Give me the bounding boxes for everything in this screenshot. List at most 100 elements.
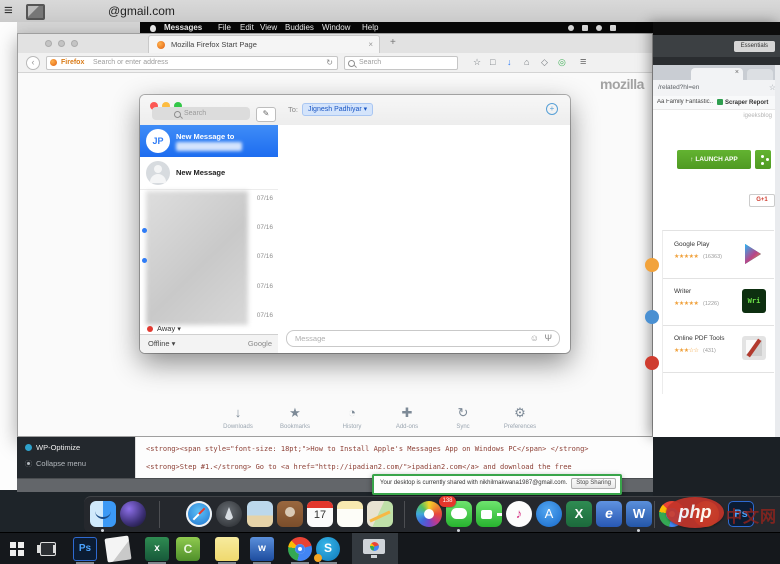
status-icon-4[interactable] [610, 25, 616, 31]
downloads-icon[interactable]: ↓ [507, 57, 512, 67]
taskbar-remote-desktop-active[interactable] [352, 533, 398, 564]
tab-close-icon[interactable]: × [368, 36, 373, 53]
task-view-icon[interactable] [40, 542, 56, 556]
watermark: php 中文网 [666, 495, 780, 531]
compose-button[interactable]: ✎ [256, 107, 276, 122]
background-tab[interactable] [747, 69, 773, 80]
back-button[interactable]: ‹ [26, 56, 40, 70]
hamburger-menu-icon[interactable]: ≡ [580, 57, 586, 67]
messages-dock-icon[interactable]: 138 [446, 501, 472, 527]
conversation-search-input[interactable]: Search [152, 107, 250, 120]
pocket-icon[interactable]: □ [490, 57, 495, 67]
conversation-row[interactable]: New Message [140, 157, 278, 190]
related-app-icon[interactable] [645, 310, 659, 324]
add-recipient-icon[interactable]: + [546, 103, 558, 115]
word-icon[interactable]: W [626, 501, 652, 527]
notes-icon[interactable] [337, 501, 363, 527]
safari-icon[interactable] [186, 501, 212, 527]
active-tab[interactable]: × [691, 68, 743, 80]
shortcut-history[interactable]: ◔ History [332, 405, 372, 430]
reload-icon[interactable]: ↻ [326, 57, 333, 69]
conversation-row-selected[interactable]: JP New Message to [140, 125, 278, 157]
excel-icon[interactable]: X [566, 501, 592, 527]
maps-icon[interactable] [367, 501, 393, 527]
scrollbar[interactable] [775, 65, 780, 437]
status-icon-3[interactable] [596, 25, 602, 31]
share-button[interactable] [755, 150, 771, 169]
itunes-icon[interactable]: ♪ [506, 501, 532, 527]
message-placeholder: Message [295, 331, 325, 346]
zoom-window-button[interactable] [71, 40, 78, 47]
bookmark-item[interactable]: Aa Family Fantastic... [657, 99, 713, 105]
photos-icon[interactable] [247, 501, 273, 527]
status-icon-2[interactable] [582, 25, 588, 31]
url-bar[interactable]: Firefox Search or enter address ↻ [46, 56, 338, 70]
list-item-online-pdf-tools[interactable]: Online PDF Tools ★★★☆☆ (431) [663, 325, 774, 373]
post-editor-code[interactable]: <strong><span style="font-size: 18pt;">H… [135, 437, 654, 478]
bookmark-item[interactable]: Scraper Report [717, 99, 768, 106]
app-store-icon[interactable]: A [536, 501, 562, 527]
recipient-token[interactable]: Jignesh Padhiyar ▾ [302, 103, 373, 116]
list-item-writer[interactable]: Writer ★★★★★ (1226) Wri [663, 278, 774, 326]
menu-icon[interactable]: ≡ [4, 2, 13, 20]
apple-menu-icon[interactable] [150, 25, 156, 32]
shortcut-preferences[interactable]: ⚙ Preferences [500, 405, 540, 430]
close-window-button[interactable] [45, 40, 52, 47]
internet-explorer-icon[interactable]: e [596, 501, 622, 527]
taskbar-notepad-icon[interactable] [104, 535, 131, 562]
sidebar-item-wp-optimize[interactable]: WP-Optimize [25, 443, 80, 452]
minimize-window-button[interactable] [58, 40, 65, 47]
collapse-icon [25, 460, 32, 467]
tab-firefox-start-page[interactable]: Mozilla Firefox Start Page × [148, 35, 380, 54]
launchpad-icon[interactable] [216, 501, 242, 527]
related-app-icon[interactable] [645, 258, 659, 272]
taskbar-word-icon[interactable]: w [250, 537, 274, 561]
tab-close-icon[interactable]: × [735, 69, 739, 76]
windows-taskbar: Ps x C w S [0, 532, 780, 564]
photos-colorwheel-icon[interactable] [416, 501, 442, 527]
shield-icon[interactable]: ◇ [541, 57, 548, 67]
status-icon-1[interactable] [568, 25, 574, 31]
start-button[interactable] [10, 542, 16, 548]
to-field[interactable]: To: Jignesh Padhiyar ▾ + [278, 95, 570, 125]
chrome-addressbar[interactable]: /related?hl=en ☆ [653, 80, 780, 97]
shortcut-label: Add-ons [387, 424, 427, 430]
taskbar-chrome-icon[interactable] [288, 537, 312, 561]
tab-title: Mozilla Firefox Start Page [171, 36, 257, 53]
siri-icon[interactable] [120, 501, 146, 527]
chevron-down-icon: ▾ [177, 326, 181, 333]
microphone-icon[interactable]: Ψ [544, 331, 552, 346]
essentials-button[interactable]: Essentials [734, 41, 775, 52]
account-status-bar: Offline ▾ Google [140, 334, 278, 353]
shortcut-sync[interactable]: ↻ Sync [443, 405, 483, 430]
screen-share-icon[interactable] [26, 4, 45, 20]
contacts-icon[interactable] [277, 501, 303, 527]
offline-status[interactable]: Offline ▾ [148, 339, 175, 348]
new-tab-button[interactable]: + [390, 37, 396, 48]
search-input[interactable]: Search [344, 56, 458, 70]
mozilla-wordmark: mozilla [600, 76, 644, 92]
list-item-google-play[interactable]: Google Play ★★★★★ (16363) [663, 231, 774, 279]
message-input[interactable]: Message ☺ Ψ [286, 330, 560, 347]
taskbar-photoshop-icon[interactable]: Ps [73, 537, 97, 561]
url-brand-label: Firefox [61, 57, 84, 69]
google-plus-one-button[interactable]: G+1 [749, 194, 775, 207]
shortcut-bookmarks[interactable]: ★ Bookmarks [275, 405, 315, 430]
shortcut-addons[interactable]: ✚ Add-ons [387, 405, 427, 430]
calendar-icon[interactable]: 17 [307, 501, 333, 527]
taskbar-sticky-notes-icon[interactable] [215, 537, 239, 561]
taskbar-skype-icon[interactable]: S [316, 537, 340, 561]
taskbar-excel-icon[interactable]: x [145, 537, 169, 561]
launch-app-button[interactable]: ↑ LAUNCH APP [677, 150, 751, 169]
finder-icon[interactable] [90, 501, 116, 527]
shortcut-downloads[interactable]: ↓ Downloads [218, 405, 258, 430]
bookmark-star-icon[interactable]: ☆ [473, 57, 481, 67]
stop-sharing-button[interactable]: Stop Sharing [571, 478, 616, 489]
emoji-icon[interactable]: ☺ [530, 331, 539, 346]
facetime-icon[interactable] [476, 501, 502, 527]
taskbar-camtasia-icon[interactable]: C [176, 537, 200, 561]
sidebar-item-collapse-menu[interactable]: Collapse menu [25, 459, 86, 468]
related-app-icon[interactable] [645, 356, 659, 370]
screenshot-icon[interactable]: ◎ [558, 57, 566, 67]
home-icon[interactable]: ⌂ [524, 57, 529, 67]
